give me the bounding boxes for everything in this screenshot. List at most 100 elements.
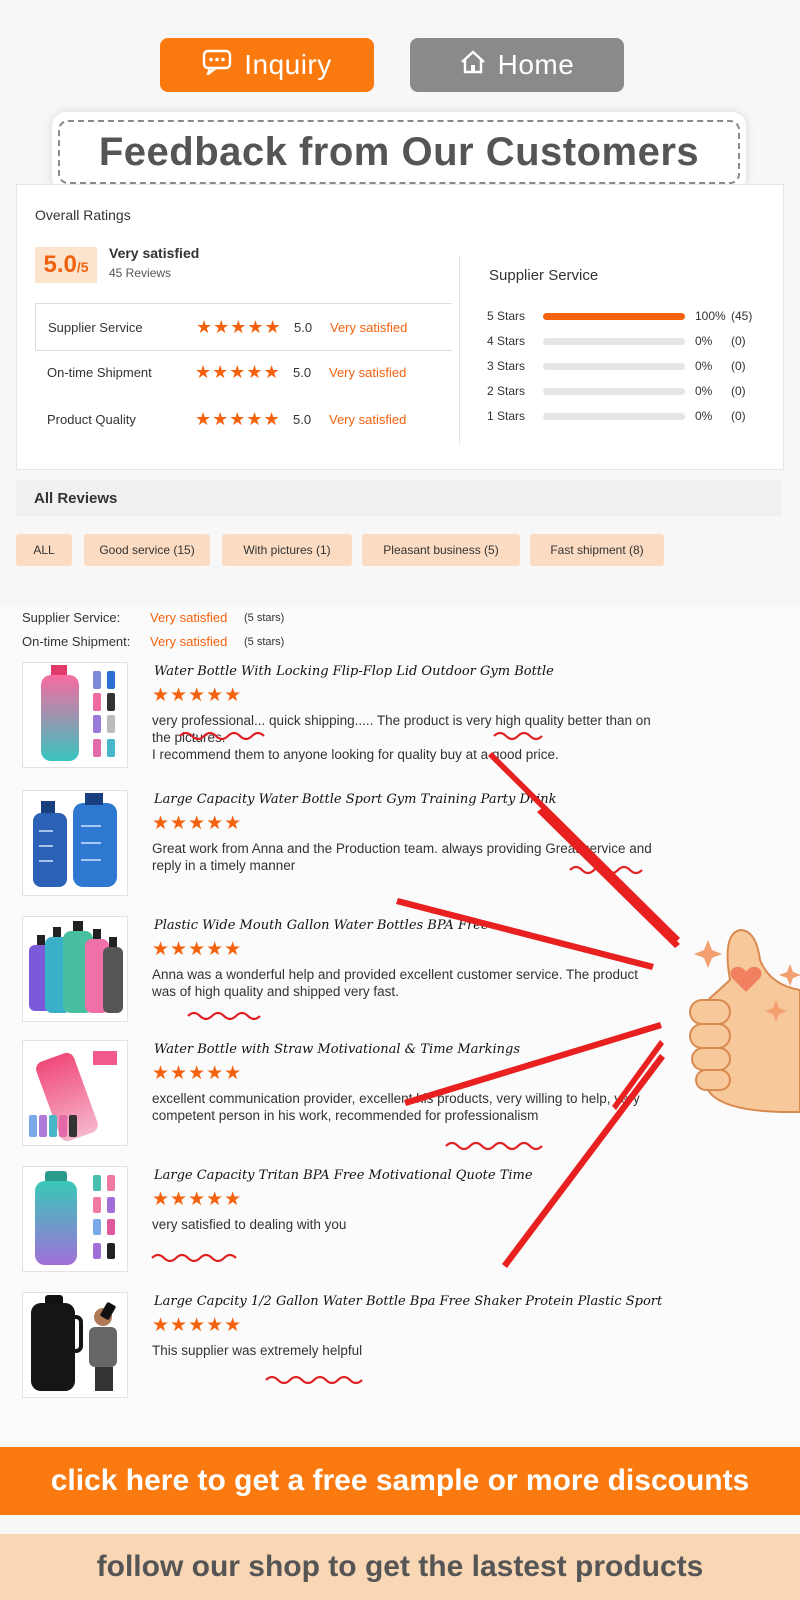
filter-chip-all[interactable]: ALL xyxy=(16,534,72,566)
star-rating: ★★★★★ xyxy=(152,1315,243,1336)
review-item: Plastic Wide Mouth Gallon Water Bottles … xyxy=(0,916,800,1038)
review-text: very satisfied to dealing with you xyxy=(152,1217,347,1232)
distribution-bar xyxy=(543,337,685,345)
distribution-bar xyxy=(543,387,685,395)
review-item: Large Capacity Water Bottle Sport Gym Tr… xyxy=(0,790,800,912)
review-text: Great work from Anna and the Production … xyxy=(152,841,652,873)
distribution-bar xyxy=(543,412,685,420)
distribution-percent: 0% xyxy=(695,334,713,348)
distribution-label: 1 Stars xyxy=(487,409,526,423)
product-thumbnail[interactable] xyxy=(22,1166,128,1272)
distribution-count: (0) xyxy=(731,334,746,348)
review-product-title[interactable]: Water Bottle With Locking Flip-Flop Lid … xyxy=(154,664,554,679)
product-thumbnail[interactable] xyxy=(22,662,128,768)
sub-rating-value: 5.0 xyxy=(293,364,312,380)
distribution-percent: 0% xyxy=(695,359,713,373)
sub-rating-name: On-time Shipment xyxy=(47,364,152,380)
star-rating: ★★★★★ xyxy=(152,1189,243,1210)
inquiry-button[interactable]: Inquiry xyxy=(160,38,374,92)
chat-icon xyxy=(202,49,232,82)
review-product-title[interactable]: Large Capacity Water Bottle Sport Gym Tr… xyxy=(154,792,557,807)
overall-ratings-heading: Overall Ratings xyxy=(35,207,131,223)
star-rating: ★★★★★ xyxy=(152,813,243,834)
review-item: Large Capacity Tritan BPA Free Motivatio… xyxy=(0,1166,800,1288)
star-rating: ★★★★★ xyxy=(152,685,243,706)
star-rating: ★★★★★ xyxy=(196,316,282,337)
follow-shop-banner[interactable]: follow our shop to get the lastest produ… xyxy=(0,1534,800,1600)
review-item: Large Capcity 1/2 Gallon Water Bottle Bp… xyxy=(0,1292,800,1414)
filter-chip-good-service[interactable]: Good service (15) xyxy=(84,534,210,566)
product-thumbnail[interactable] xyxy=(22,916,128,1022)
product-thumbnail[interactable] xyxy=(22,1292,128,1398)
filter-chip-pleasant-business[interactable]: Pleasant business (5) xyxy=(362,534,520,566)
summary-value: Very satisfied xyxy=(150,634,228,649)
all-reviews-heading: All Reviews xyxy=(16,480,782,516)
title-banner: Feedback from Our Customers xyxy=(52,112,746,192)
distribution-fill xyxy=(543,312,685,320)
review-product-title[interactable]: Plastic Wide Mouth Gallon Water Bottles … xyxy=(154,918,489,933)
overall-ratings-panel: Overall Ratings 5.0 /5 Very satisfied 45… xyxy=(16,184,784,470)
review-item: Water Bottle With Locking Flip-Flop Lid … xyxy=(0,662,800,784)
distribution-percent: 0% xyxy=(695,409,713,423)
review-item: Water Bottle with Straw Motivational & T… xyxy=(0,1040,800,1162)
distribution-bar xyxy=(543,312,685,320)
distribution-count: (0) xyxy=(731,409,746,423)
distribution-label: 5 Stars xyxy=(487,309,526,323)
review-product-title[interactable]: Water Bottle with Straw Motivational & T… xyxy=(154,1042,520,1057)
distribution-percent: 100% xyxy=(695,309,726,323)
home-button[interactable]: Home xyxy=(410,38,624,92)
distribution-row: 5 Stars 100% (45) xyxy=(487,306,777,326)
sub-rating-row: Supplier Service ★★★★★ 5.0 Very satisfie… xyxy=(35,303,452,351)
review-text: This supplier was extremely helpful xyxy=(152,1343,363,1358)
panel-divider xyxy=(459,255,460,445)
score-badge: 5.0 /5 xyxy=(35,247,97,283)
product-thumbnail[interactable] xyxy=(22,1040,128,1146)
star-rating: ★★★★★ xyxy=(195,408,281,429)
summary-stars: (5 stars) xyxy=(244,635,285,648)
distribution-row: 3 Stars 0% (0) xyxy=(487,356,777,376)
distribution-label: 4 Stars xyxy=(487,334,526,348)
home-icon xyxy=(460,49,486,81)
distribution-label: 2 Stars xyxy=(487,384,526,398)
review-product-title[interactable]: Large Capcity 1/2 Gallon Water Bottle Bp… xyxy=(154,1294,662,1309)
distribution-row: 4 Stars 0% (0) xyxy=(487,331,777,351)
sub-rating-status: Very satisfied xyxy=(329,411,407,427)
star-rating: ★★★★★ xyxy=(195,361,281,382)
summary-row: On-time Shipment: Very satisfied (5 star… xyxy=(22,634,284,649)
reviews-list: Supplier Service: Very satisfied (5 star… xyxy=(0,606,800,1442)
summary-row: Supplier Service: Very satisfied (5 star… xyxy=(22,610,284,625)
review-text: Anna was a wonderful help and provided e… xyxy=(152,967,639,999)
inquiry-label: Inquiry xyxy=(244,49,332,80)
distribution-count: (0) xyxy=(731,359,746,373)
page-title: Feedback from Our Customers xyxy=(58,120,740,184)
sub-rating-name: Supplier Service xyxy=(48,319,143,335)
score-value: 5.0 xyxy=(43,251,77,278)
home-label: Home xyxy=(497,49,575,80)
sub-rating-row: Product Quality ★★★★★ 5.0 Very satisfied xyxy=(35,396,451,442)
filter-chip-with-pictures[interactable]: With pictures (1) xyxy=(222,534,352,566)
summary-stars: (5 stars) xyxy=(244,611,285,624)
sub-rating-value: 5.0 xyxy=(293,411,312,427)
sub-rating-status: Very satisfied xyxy=(329,364,407,380)
distribution-row: 2 Stars 0% (0) xyxy=(487,381,777,401)
distribution-count: (0) xyxy=(731,384,746,398)
summary-key: On-time Shipment: xyxy=(22,634,131,649)
product-thumbnail[interactable] xyxy=(22,790,128,896)
review-product-title[interactable]: Large Capacity Tritan BPA Free Motivatio… xyxy=(154,1168,533,1183)
review-text: very professional... quick shipping.....… xyxy=(152,713,651,762)
review-text: excellent communication provider, excell… xyxy=(152,1091,640,1123)
distribution-label: 3 Stars xyxy=(487,359,526,373)
distribution-row: 1 Stars 0% (0) xyxy=(487,406,777,426)
distribution-bar xyxy=(543,362,685,370)
sub-rating-status: Very satisfied xyxy=(330,319,408,335)
sub-ratings-table: Supplier Service ★★★★★ 5.0 Very satisfie… xyxy=(35,303,452,443)
sub-rating-row: On-time Shipment ★★★★★ 5.0 Very satisfie… xyxy=(35,349,451,395)
filter-chip-fast-shipment[interactable]: Fast shipment (8) xyxy=(530,534,664,566)
summary-value: Very satisfied xyxy=(150,610,228,625)
distribution-title: Supplier Service xyxy=(489,267,599,284)
star-rating: ★★★★★ xyxy=(152,939,243,960)
distribution-percent: 0% xyxy=(695,384,713,398)
score-max: /5 xyxy=(76,259,89,275)
distribution-count: (45) xyxy=(731,309,753,323)
free-sample-banner[interactable]: click here to get a free sample or more … xyxy=(0,1447,800,1515)
